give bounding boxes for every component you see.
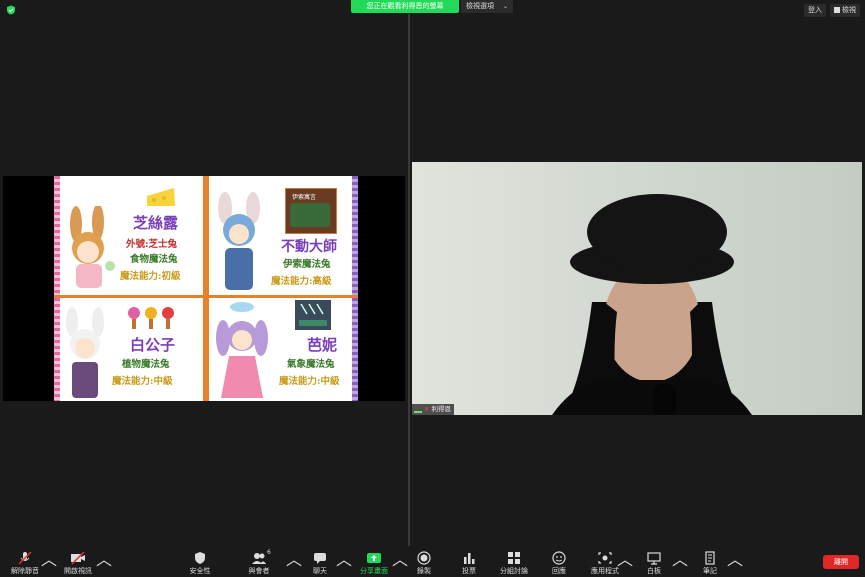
mic-muted-icon [18,551,32,565]
notes-icon [705,551,715,565]
breakout-icon [508,552,520,564]
character-card-1: 芝絲露 外號:芝士兔 食物魔法兔 魔法能力:初級 [54,176,206,298]
leave-meeting-button[interactable]: 離開 [823,555,859,569]
whiteboard-icon [647,552,661,565]
security-label: 安全性 [189,567,211,575]
character-card-3: 白公子 植物魔法兔 魔法能力:中級 [54,298,206,401]
meeting-toolbar: 解除靜音 ︿ 開啟視訊 ︿ 安全性 6 與會者 ︿ 聊天 ︿ 分享畫面 ︿ 錄製… [0,546,865,577]
participants-options-caret[interactable]: ︿ [286,546,302,577]
share-screen-button[interactable]: 分享畫面 [356,546,392,577]
share-screen-icon [367,553,381,563]
view-mode-button[interactable]: 檢視 [830,4,860,17]
blue-hair-bunny-illustration [218,192,260,290]
video-options-caret[interactable]: ︿ [96,546,112,577]
apps-icon [598,552,612,564]
card-3-line-1: 植物魔法兔 [122,359,170,370]
whiteboard-options-caret[interactable]: ︿ [672,546,688,577]
chat-button[interactable]: 聊天 [305,546,335,577]
security-button[interactable]: 安全性 [184,546,216,577]
unmute-button[interactable]: 解除靜音 [8,546,42,577]
whiteboard-button[interactable]: 白板 [640,546,668,577]
reactions-label: 回應 [552,567,566,575]
card-3-line-2: 魔法能力:中級 [112,376,173,387]
participant-video-feed [412,162,862,415]
flowers-icon [128,307,174,329]
card-1-line-2: 食物魔法兔 [130,254,178,265]
shield-icon [195,552,205,564]
participants-label: 與會者 [248,567,270,575]
encryption-shield-icon[interactable] [6,5,16,15]
decorative-stripe [352,298,358,401]
card-2-name: 不動大師 [281,239,337,255]
breakout-rooms-label: 分組討論 [500,567,528,575]
breakout-rooms-button[interactable]: 分組討論 [496,546,532,577]
apps-options-caret[interactable]: ︿ [617,546,633,577]
whiteboard-label: 白板 [647,567,661,575]
unmute-label: 解除靜音 [11,567,39,575]
card-2-line-1: 伊索魔法兔 [283,259,331,270]
decorative-stripe [352,176,358,295]
shared-slide: 芝絲露 外號:芝士兔 食物魔法兔 魔法能力:初級 伊索寓言 不動大師 伊索魔法兔… [54,176,358,401]
participant-name-tag: ✕ 利得恩 [412,404,454,415]
reaction-icon [552,551,566,565]
card-1-line-3: 魔法能力:初級 [120,271,181,282]
view-options-button[interactable]: 檢視選項 ⌄ [461,0,513,13]
card-4-line-2: 魔法能力:中級 [279,376,340,387]
view-options-label: 檢視選項 [466,2,494,10]
share-options-caret[interactable]: ︿ [392,546,408,577]
book-art [290,203,330,227]
white-bunny-boy-illustration [66,307,104,398]
card-1-name: 芝絲露 [133,214,179,232]
notes-label: 筆記 [703,567,717,575]
card-2-line-2: 魔法能力:高級 [271,276,332,287]
participants-icon [252,553,266,564]
record-label: 錄製 [417,567,431,575]
card-1-line-1: 外號:芝士兔 [126,239,178,250]
book-label: 伊索寓言 [292,194,317,201]
notes-button[interactable]: 筆記 [696,546,724,577]
polls-button[interactable]: 投票 [455,546,483,577]
split-divider[interactable] [408,14,410,546]
notes-options-caret[interactable]: ︿ [727,546,743,577]
grid-view-icon [834,7,840,13]
book-illustration: 伊索寓言 [285,188,337,234]
polls-label: 投票 [462,567,476,575]
start-video-button[interactable]: 開啟視訊 [60,546,96,577]
chat-options-caret[interactable]: ︿ [336,546,352,577]
chat-label: 聊天 [313,567,327,575]
record-button[interactable]: 錄製 [410,546,438,577]
participants-count-badge: 6 [267,549,271,556]
share-screen-label: 分享畫面 [360,567,388,575]
reactions-button[interactable]: 回應 [545,546,573,577]
bunny-girl-illustration [70,206,115,288]
signal-strength-icon [414,405,422,413]
weather-storm-icon [295,300,331,330]
participant-name: 利得恩 [431,405,451,413]
character-card-2: 伊索寓言 不動大師 伊索魔法兔 魔法能力:高級 [206,176,358,298]
top-bar: 您正在觀看利得恩的螢幕 檢視選項 ⌄ 登入 檢視 [0,0,865,17]
purple-bunny-girl-illustration [216,302,268,398]
poll-icon [464,553,475,564]
record-icon [417,551,431,565]
view-mode-label: 檢視 [842,6,856,14]
chat-icon [314,553,326,564]
card-3-name: 白公子 [130,336,176,354]
card-4-line-1: 氣象魔法兔 [287,359,335,370]
video-off-icon [71,551,85,565]
shared-screen-panel: 芝絲露 外號:芝士兔 食物魔法兔 魔法能力:初級 伊索寓言 不動大師 伊索魔法兔… [3,176,405,401]
audio-options-caret[interactable]: ︿ [41,546,57,577]
mic-muted-icon: ✕ [424,405,430,413]
chevron-down-icon: ⌄ [502,3,508,10]
signin-button[interactable]: 登入 [804,4,826,17]
start-video-label: 開啟視訊 [64,567,92,575]
character-card-4: 芭妮 氣象魔法兔 魔法能力:中級 [206,298,358,401]
participants-button[interactable]: 6 與會者 [243,546,275,577]
cheese-icon [147,188,175,206]
participant-video-tile[interactable]: ✕ 利得恩 [412,162,862,415]
viewing-screen-banner: 您正在觀看利得恩的螢幕 [351,0,459,13]
card-4-name: 芭妮 [307,336,338,354]
